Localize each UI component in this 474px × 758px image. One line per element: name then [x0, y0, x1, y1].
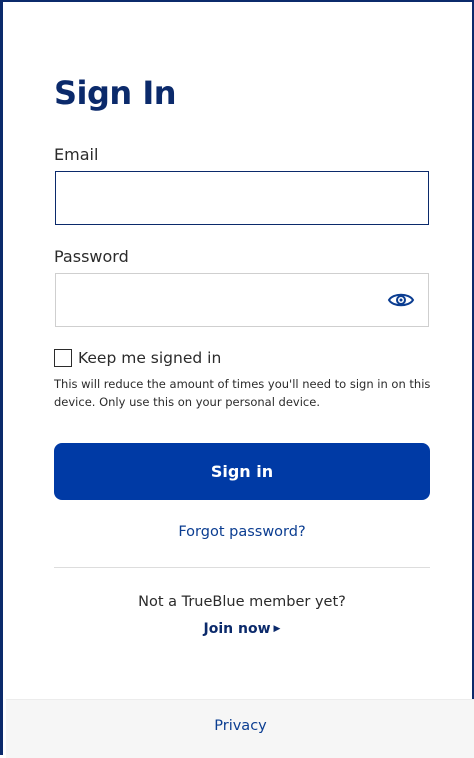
page-title: Sign In: [54, 74, 177, 112]
join-now-label: Join now: [203, 621, 271, 637]
privacy-link[interactable]: Privacy: [6, 718, 474, 734]
email-field[interactable]: [55, 171, 429, 225]
sign-in-button[interactable]: Sign in: [54, 443, 430, 500]
keep-signed-in-checkbox[interactable]: [54, 349, 72, 367]
sign-in-panel: Sign In Email Password Keep me signed in…: [0, 0, 474, 758]
eye-icon[interactable]: [387, 288, 415, 312]
password-label: Password: [54, 247, 129, 266]
join-now-link[interactable]: Join now ▶: [54, 621, 430, 637]
keep-signed-in-help: This will reduce the amount of times you…: [54, 377, 431, 409]
signup-prompt: Not a TrueBlue member yet?: [138, 594, 346, 610]
divider: [54, 567, 430, 568]
forgot-password-link[interactable]: Forgot password?: [54, 524, 430, 540]
caret-right-icon: ▶: [273, 624, 281, 634]
footer: Privacy: [6, 699, 474, 758]
email-label: Email: [54, 145, 99, 164]
keep-signed-in-label[interactable]: Keep me signed in: [78, 349, 221, 367]
password-field[interactable]: [55, 273, 429, 327]
